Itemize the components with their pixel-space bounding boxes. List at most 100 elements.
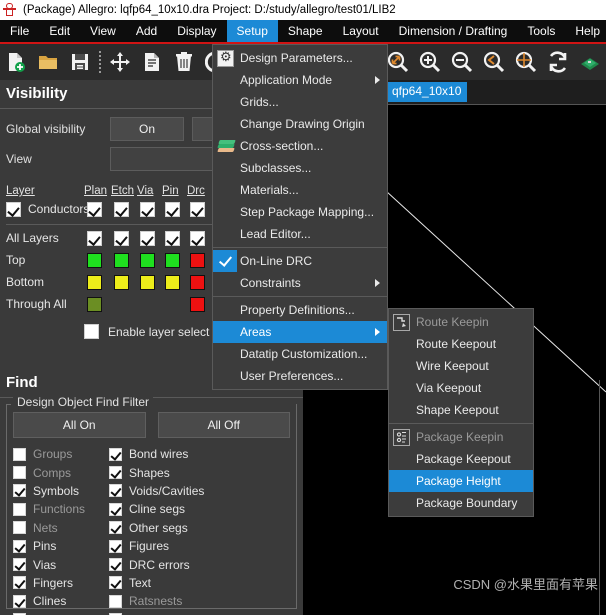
- layer-cell-checkbox[interactable]: [140, 202, 155, 217]
- submenu-item-shape-keepout[interactable]: Shape Keepout: [389, 399, 533, 421]
- layer-cell-checkbox[interactable]: [140, 231, 155, 246]
- zoom-in-icon[interactable]: [414, 46, 446, 78]
- layer-color-swatch[interactable]: [190, 297, 205, 312]
- menu-layout[interactable]: Layout: [333, 20, 389, 42]
- find-filter-checkbox-fingers[interactable]: [13, 576, 26, 589]
- delete-icon[interactable]: [168, 46, 200, 78]
- setup-dropdown-menu[interactable]: Design Parameters...Application ModeGrid…: [212, 44, 388, 390]
- menu-view[interactable]: View: [80, 20, 126, 42]
- find-filter-item[interactable]: Ratsnests: [109, 592, 205, 610]
- menu-item-application-mode[interactable]: Application Mode: [213, 69, 387, 91]
- find-filter-checkbox-shapes[interactable]: [109, 466, 122, 479]
- find-filter-item[interactable]: Figures: [109, 537, 205, 555]
- layer-color-swatch[interactable]: [114, 275, 129, 290]
- find-filter-checkbox-cline-segs[interactable]: [109, 503, 122, 516]
- find-filter-item[interactable]: Shapes: [109, 463, 205, 481]
- new-file-icon[interactable]: [0, 46, 32, 78]
- menu-item-grids[interactable]: Grids...: [213, 91, 387, 113]
- global-visibility-on-button[interactable]: On: [110, 117, 184, 141]
- find-filter-item[interactable]: Groups: [13, 445, 109, 463]
- menu-item-cross-section[interactable]: Cross-section...: [213, 135, 387, 157]
- menu-edit[interactable]: Edit: [39, 20, 80, 42]
- layer-color-swatch[interactable]: [87, 275, 102, 290]
- find-filter-item[interactable]: Text: [109, 574, 205, 592]
- tab-qfp64[interactable]: qfp64_10x10: [386, 82, 467, 102]
- find-filter-item[interactable]: Comps: [13, 463, 109, 481]
- copy-icon[interactable]: [136, 46, 168, 78]
- find-filter-item[interactable]: DRC errors: [109, 555, 205, 573]
- menu-item-materials[interactable]: Materials...: [213, 179, 387, 201]
- layer-color-swatch[interactable]: [165, 275, 180, 290]
- all-off-button[interactable]: All Off: [158, 412, 291, 438]
- find-filter-item[interactable]: Fingers: [13, 574, 109, 592]
- layer-cell-checkbox[interactable]: [114, 231, 129, 246]
- menu-item-areas[interactable]: Areas: [213, 321, 387, 343]
- menu-item-design-parameters[interactable]: Design Parameters...: [213, 47, 387, 69]
- menu-add[interactable]: Add: [126, 20, 167, 42]
- open-folder-icon[interactable]: [32, 46, 64, 78]
- find-filter-checkbox-vias[interactable]: [13, 558, 26, 571]
- zoom-out-icon[interactable]: [446, 46, 478, 78]
- menu-item-lead-editor[interactable]: Lead Editor...: [213, 223, 387, 245]
- enable-layer-select-checkbox[interactable]: [84, 324, 99, 339]
- menu-display[interactable]: Display: [167, 20, 226, 42]
- find-filter-item[interactable]: Other segs: [109, 519, 205, 537]
- submenu-item-wire-keepout[interactable]: Wire Keepout: [389, 355, 533, 377]
- menu-item-constraints[interactable]: Constraints: [213, 272, 387, 294]
- layer-color-swatch[interactable]: [190, 275, 205, 290]
- find-filter-item[interactable]: Symbols: [13, 482, 109, 500]
- submenu-item-package-height[interactable]: Package Height: [389, 470, 533, 492]
- all-on-button[interactable]: All On: [13, 412, 146, 438]
- menu-setup[interactable]: Setup: [227, 20, 278, 42]
- menu-item-property-definitions[interactable]: Property Definitions...: [213, 299, 387, 321]
- layer-color-swatch[interactable]: [140, 275, 155, 290]
- find-filter-checkbox-symbols[interactable]: [13, 484, 26, 497]
- layer-cell-checkbox[interactable]: [87, 202, 102, 217]
- menu-item-step-package-mapping[interactable]: Step Package Mapping...: [213, 201, 387, 223]
- layer-cell-checkbox[interactable]: [165, 231, 180, 246]
- refresh-icon[interactable]: [542, 46, 574, 78]
- find-filter-checkbox-text[interactable]: [109, 576, 122, 589]
- find-filter-checkbox-figures[interactable]: [109, 540, 122, 553]
- menu-item-user-preferences[interactable]: User Preferences...: [213, 365, 387, 387]
- menu-item-datatip-customization[interactable]: Datatip Customization...: [213, 343, 387, 365]
- layer-color-swatch[interactable]: [140, 253, 155, 268]
- find-filter-item[interactable]: Nets: [13, 519, 109, 537]
- submenu-item-via-keepout[interactable]: Via Keepout: [389, 377, 533, 399]
- layer-cell-checkbox[interactable]: [165, 202, 180, 217]
- find-filter-checkbox-comps[interactable]: [13, 466, 26, 479]
- zoom-center-icon[interactable]: [510, 46, 542, 78]
- find-filter-checkbox-ratsnests[interactable]: [109, 595, 122, 608]
- find-filter-item[interactable]: Voids/Cavities: [109, 482, 205, 500]
- find-filter-checkbox-drc-errors[interactable]: [109, 558, 122, 571]
- layer-cell-checkbox[interactable]: [114, 202, 129, 217]
- find-filter-item[interactable]: Bond wires: [109, 445, 205, 463]
- find-filter-checkbox-functions[interactable]: [13, 503, 26, 516]
- menu-shape[interactable]: Shape: [278, 20, 333, 42]
- find-filter-item[interactable]: Cline segs: [109, 500, 205, 518]
- layer-color-swatch[interactable]: [190, 253, 205, 268]
- submenu-item-route-keepin[interactable]: Route Keepin: [389, 311, 533, 333]
- find-filter-checkbox-pins[interactable]: [13, 540, 26, 553]
- layer-cell-checkbox[interactable]: [87, 231, 102, 246]
- layer-color-swatch[interactable]: [165, 253, 180, 268]
- menu-item-change-drawing-origin[interactable]: Change Drawing Origin: [213, 113, 387, 135]
- layer-color-swatch[interactable]: [114, 253, 129, 268]
- find-filter-item[interactable]: Vias: [13, 555, 109, 573]
- find-filter-item[interactable]: Clines: [13, 592, 109, 610]
- menu-file[interactable]: File: [0, 20, 39, 42]
- find-filter-item[interactable]: Rat Ts: [109, 611, 205, 615]
- menu-tools[interactable]: Tools: [517, 20, 565, 42]
- find-filter-checkbox-nets[interactable]: [13, 521, 26, 534]
- menu-item-subclasses[interactable]: Subclasses...: [213, 157, 387, 179]
- layer-cell-checkbox[interactable]: [190, 202, 205, 217]
- find-filter-checkbox-groups[interactable]: [13, 448, 26, 461]
- find-filter-item[interactable]: Functions: [13, 500, 109, 518]
- find-filter-checkbox-other-segs[interactable]: [109, 521, 122, 534]
- layer-visible-checkbox[interactable]: [6, 202, 21, 217]
- submenu-item-package-keepin[interactable]: Package Keepin: [389, 426, 533, 448]
- layer-color-swatch[interactable]: [87, 253, 102, 268]
- submenu-item-package-keepout[interactable]: Package Keepout: [389, 448, 533, 470]
- zoom-previous-icon[interactable]: [478, 46, 510, 78]
- layer-color-swatch[interactable]: [87, 297, 102, 312]
